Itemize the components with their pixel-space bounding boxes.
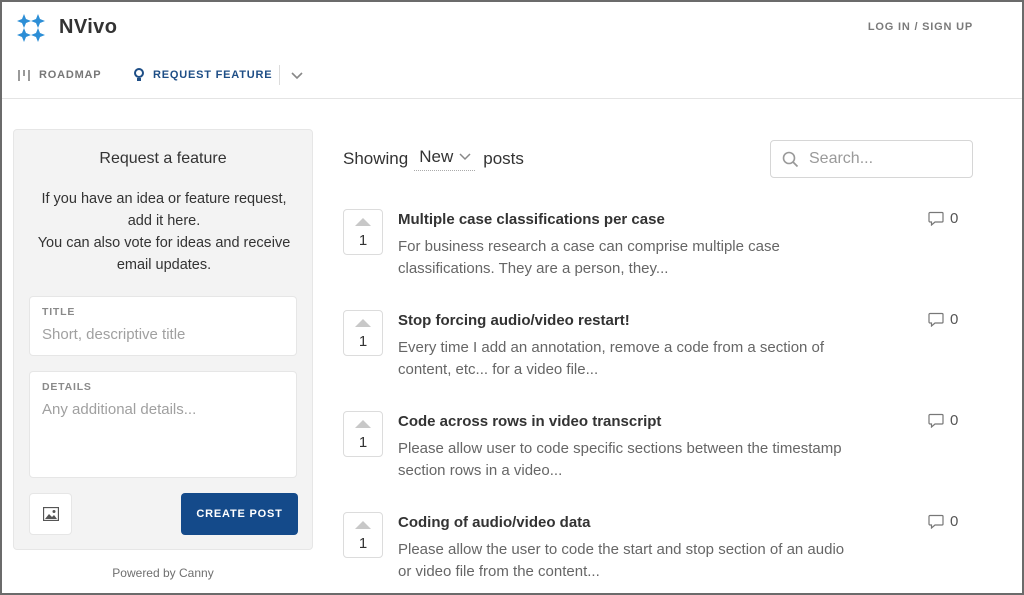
vote-count: 1: [358, 535, 368, 552]
nav-roadmap[interactable]: ROADMAP: [17, 66, 101, 84]
comment-icon: [928, 211, 944, 226]
comment-icon: [928, 312, 944, 327]
post-description: Please allow the user to code the start …: [398, 539, 908, 583]
upvote-arrow-icon: [355, 420, 371, 428]
post-description-line2: section rows in a video...: [398, 462, 563, 479]
upvote-arrow-icon: [355, 218, 371, 226]
title-label: TITLE: [42, 306, 76, 318]
search-box[interactable]: [770, 140, 973, 178]
comment-count[interactable]: 0: [928, 311, 958, 328]
post-description: Please allow user to code specific secti…: [398, 438, 908, 482]
create-post-button[interactable]: CREATE POST: [181, 493, 298, 535]
upvote-button[interactable]: 1: [343, 512, 383, 558]
panel-description: If you have an idea or feature request, …: [34, 188, 294, 276]
showing-suffix: posts: [483, 149, 524, 168]
powered-by-canny-link[interactable]: Powered by Canny: [13, 566, 313, 580]
post-title[interactable]: Stop forcing audio/video restart!: [398, 312, 630, 329]
details-label: DETAILS: [42, 381, 92, 393]
comment-count[interactable]: 0: [928, 412, 958, 429]
vote-count: 1: [358, 232, 368, 249]
post-title[interactable]: Coding of audio/video data: [398, 514, 591, 531]
details-field[interactable]: DETAILS: [29, 371, 297, 478]
post-title[interactable]: Code across rows in video transcript: [398, 413, 661, 430]
comment-icon: [928, 514, 944, 529]
upvote-button[interactable]: 1: [343, 310, 383, 356]
post-item[interactable]: 1 Code across rows in video transcript P…: [343, 411, 973, 491]
chevron-down-icon[interactable]: [289, 67, 305, 83]
post-item[interactable]: 1 Multiple case classifications per case…: [343, 209, 973, 289]
roadmap-icon: [18, 69, 30, 81]
post-description-line2: classifications. They are a person, they…: [398, 260, 669, 277]
post-title[interactable]: Multiple case classifications per case: [398, 211, 665, 228]
top-header: NVivo LOG IN / SIGN UP ROADMAP REQUEST F…: [0, 0, 1024, 99]
upvote-button[interactable]: 1: [343, 411, 383, 457]
panel-description-line1: If you have an idea or feature request, …: [41, 191, 287, 229]
login-signup-link[interactable]: LOG IN / SIGN UP: [868, 21, 973, 33]
title-input[interactable]: [42, 326, 284, 343]
search-input[interactable]: [809, 150, 959, 168]
details-input[interactable]: [42, 401, 284, 452]
comment-count-value: 0: [950, 210, 959, 227]
image-icon: [42, 507, 59, 521]
upvote-button[interactable]: 1: [343, 209, 383, 255]
post-description-line1: Every time I add an annotation, remove a…: [398, 339, 825, 356]
comment-count-value: 0: [950, 412, 959, 429]
lightbulb-icon: [134, 68, 144, 81]
post-description-line1: Please allow the user to code the start …: [398, 541, 845, 558]
panel-title: Request a feature: [99, 150, 227, 167]
title-field[interactable]: TITLE: [29, 296, 297, 356]
panel-description-line2: You can also vote for ideas and receive …: [37, 235, 291, 273]
post-item[interactable]: 1 Stop forcing audio/video restart! Ever…: [343, 310, 973, 390]
post-description-line2: or video file from the content...: [398, 563, 600, 580]
nav-request-label: REQUEST FEATURE: [153, 69, 273, 81]
upvote-arrow-icon: [355, 521, 371, 529]
comment-count[interactable]: 0: [928, 210, 958, 227]
vote-count: 1: [358, 333, 368, 350]
search-icon: [782, 151, 799, 167]
nvivo-logo-icon[interactable]: [16, 13, 46, 43]
comment-count[interactable]: 0: [928, 513, 958, 530]
post-description-line2: content, etc... for a video file...: [398, 361, 599, 378]
request-feature-panel: Request a feature If you have an idea or…: [13, 129, 313, 550]
brand-name[interactable]: NVivo: [59, 16, 117, 39]
sort-bar: Showing New posts: [343, 147, 524, 171]
nav-divider: [279, 65, 280, 85]
sort-dropdown[interactable]: New: [414, 147, 476, 171]
comment-count-value: 0: [950, 311, 959, 328]
post-description: Every time I add an annotation, remove a…: [398, 337, 908, 381]
post-description: For business research a case can compris…: [398, 236, 908, 280]
comment-count-value: 0: [950, 513, 959, 530]
post-description-line1: Please allow user to code specific secti…: [398, 440, 842, 457]
nav-request-feature[interactable]: REQUEST FEATURE: [133, 66, 272, 84]
post-item[interactable]: 1 Coding of audio/video data Please allo…: [343, 512, 973, 592]
post-description-line1: For business research a case can compris…: [398, 238, 780, 255]
nav-roadmap-label: ROADMAP: [39, 69, 102, 81]
upvote-arrow-icon: [355, 319, 371, 327]
showing-prefix: Showing: [343, 149, 409, 168]
comment-icon: [928, 413, 944, 428]
sort-value: New: [419, 147, 454, 166]
vote-count: 1: [358, 434, 368, 451]
chevron-down-icon: [459, 153, 471, 161]
attach-image-button[interactable]: [29, 493, 72, 535]
